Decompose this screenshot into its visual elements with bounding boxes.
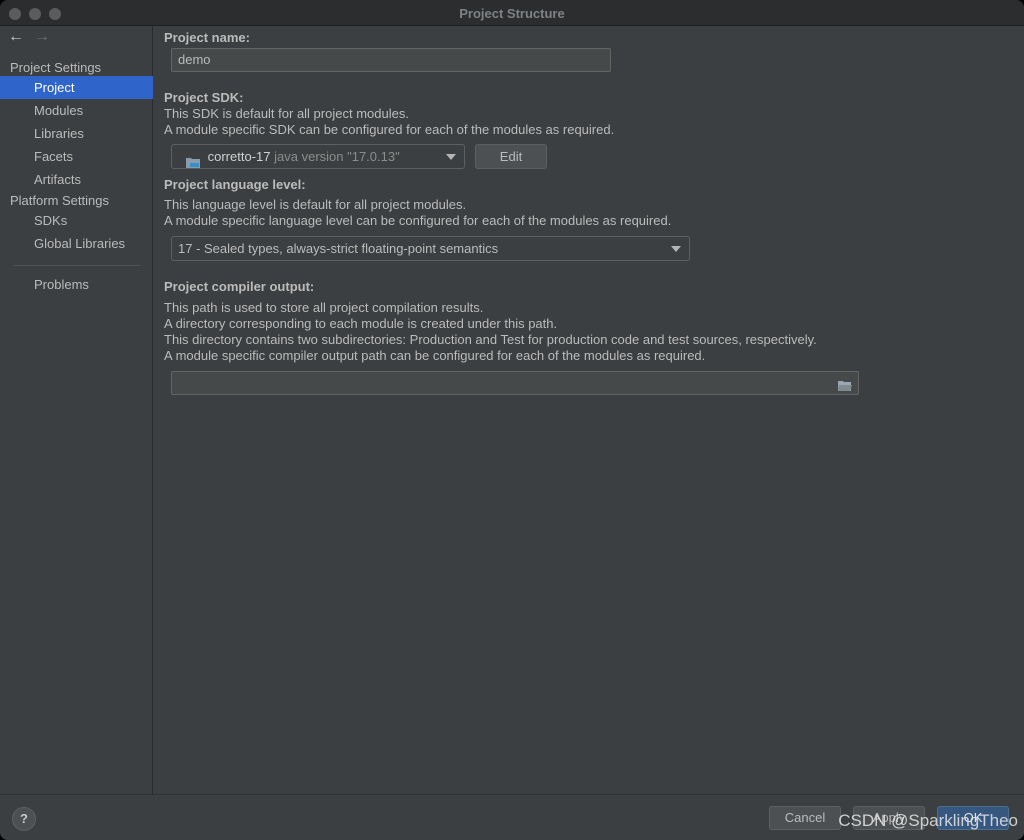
sdk-name: corretto-17 xyxy=(207,149,271,164)
sidebar-item-sdks[interactable]: SDKs xyxy=(0,209,153,232)
compiler-description-1: This path is used to store all project c… xyxy=(164,300,484,315)
sdk-version: java version "17.0.13" xyxy=(274,149,400,164)
project-name-input[interactable]: demo xyxy=(171,48,611,72)
dialog-footer: ? Cancel Apply OK CSDN @SparklingTheo xyxy=(0,794,1024,840)
project-settings-panel: Project name: demo Project SDK: This SDK… xyxy=(154,26,1024,794)
sidebar-item-problems[interactable]: Problems xyxy=(0,273,153,296)
chevron-down-icon xyxy=(446,154,456,160)
language-level-label: Project language level: xyxy=(164,177,306,192)
compiler-output-input[interactable] xyxy=(171,371,859,395)
sidebar-item-global-libraries[interactable]: Global Libraries xyxy=(0,232,153,255)
sidebar-item-artifacts[interactable]: Artifacts xyxy=(0,168,153,191)
language-description-1: This language level is default for all p… xyxy=(164,197,467,212)
compiler-output-label: Project compiler output: xyxy=(164,279,315,294)
help-button[interactable]: ? xyxy=(12,807,36,831)
window-title: Project Structure xyxy=(459,6,565,21)
sidebar-item-libraries[interactable]: Libraries xyxy=(0,122,153,145)
sidebar-divider xyxy=(14,265,140,266)
language-level-dropdown[interactable]: 17 - Sealed types, always-strict floatin… xyxy=(171,236,690,261)
compiler-description-2: A directory corresponding to each module… xyxy=(164,316,558,331)
sidebar: ← → Project Settings Project Modules Lib… xyxy=(0,26,153,794)
sdk-description-1: This SDK is default for all project modu… xyxy=(164,106,409,121)
sidebar-item-project[interactable]: Project xyxy=(0,76,153,99)
sdk-dropdown[interactable]: corretto-17 java version "17.0.13" xyxy=(171,144,465,169)
cancel-button[interactable]: Cancel xyxy=(769,806,841,830)
compiler-description-3: This directory contains two subdirectori… xyxy=(164,332,817,347)
section-platform-settings: Platform Settings xyxy=(10,193,109,208)
back-arrow-icon[interactable]: ← xyxy=(8,28,24,46)
language-level-value: 17 - Sealed types, always-strict floatin… xyxy=(178,241,499,256)
browse-folder-icon[interactable] xyxy=(838,377,852,391)
project-sdk-label: Project SDK: xyxy=(164,90,244,105)
watermark-text: CSDN @SparklingTheo xyxy=(838,811,1018,830)
forward-arrow-icon[interactable]: → xyxy=(34,28,50,46)
sdk-description-2: A module specific SDK can be configured … xyxy=(164,122,615,137)
project-structure-dialog: Project Structure ← → Project Settings P… xyxy=(0,0,1024,840)
chevron-down-icon xyxy=(671,246,681,252)
sdk-folder-icon xyxy=(186,152,200,168)
sidebar-item-facets[interactable]: Facets xyxy=(0,145,153,168)
compiler-description-4: A module specific compiler output path c… xyxy=(164,348,706,363)
sidebar-item-modules[interactable]: Modules xyxy=(0,99,153,122)
section-project-settings: Project Settings xyxy=(10,60,102,75)
project-name-label: Project name: xyxy=(164,30,250,45)
language-description-2: A module specific language level can be … xyxy=(164,213,672,228)
title-bar: Project Structure xyxy=(0,0,1024,26)
edit-sdk-button[interactable]: Edit xyxy=(475,144,547,169)
